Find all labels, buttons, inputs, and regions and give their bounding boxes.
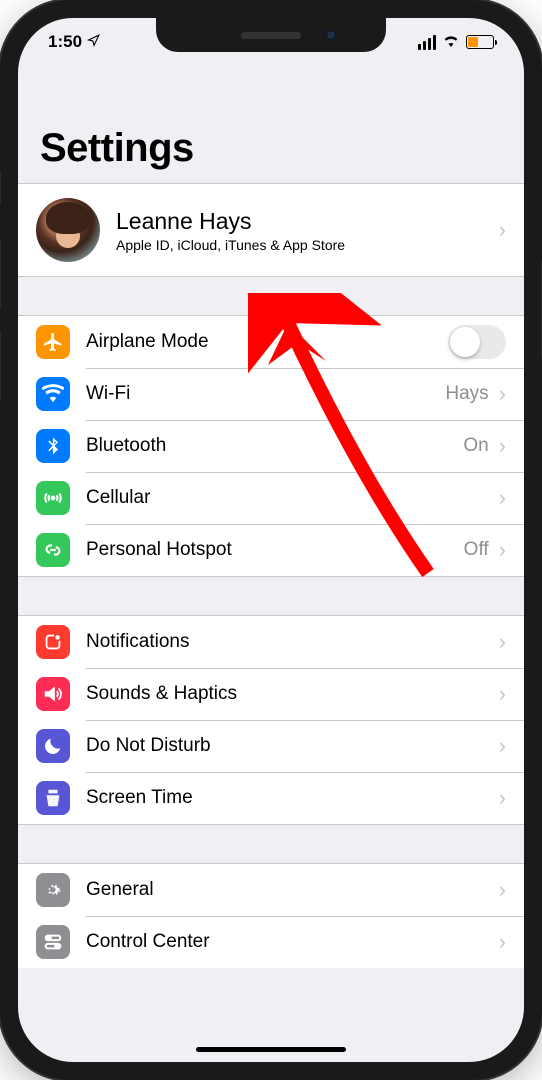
battery-icon (466, 35, 494, 49)
cellular-row[interactable]: Cellular › (18, 472, 524, 524)
location-services-icon (87, 34, 100, 50)
section-spacer (18, 277, 524, 315)
speaker-grille (241, 32, 301, 39)
chevron-right-icon: › (499, 785, 506, 811)
airplane-icon (36, 325, 70, 359)
chevron-right-icon: › (499, 629, 506, 655)
home-indicator[interactable] (196, 1047, 346, 1052)
row-label: Wi-Fi (86, 383, 445, 405)
connectivity-section: Airplane Mode Wi-Fi Hays › Bluetooth On … (18, 315, 524, 577)
chevron-right-icon: › (499, 877, 506, 903)
general-section: General › Control Center › (18, 863, 524, 968)
bluetooth-row[interactable]: Bluetooth On › (18, 420, 524, 472)
chevron-right-icon: › (499, 733, 506, 759)
row-value: Hays (445, 383, 488, 405)
sounds-row[interactable]: Sounds & Haptics › (18, 668, 524, 720)
control-center-row[interactable]: Control Center › (18, 916, 524, 968)
section-spacer (18, 577, 524, 615)
notifications-row[interactable]: Notifications › (18, 616, 524, 668)
row-label: General (86, 879, 499, 901)
notifications-icon (36, 625, 70, 659)
volume-down-button (0, 330, 1, 400)
screen-time-row[interactable]: Screen Time › (18, 772, 524, 824)
profile-name: Leanne Hays (116, 208, 499, 235)
section-spacer (18, 825, 524, 863)
chevron-right-icon: › (499, 681, 506, 707)
row-value: Off (464, 539, 489, 561)
control-center-icon (36, 925, 70, 959)
row-label: Control Center (86, 931, 499, 953)
status-time: 1:50 (48, 32, 82, 52)
row-label: Notifications (86, 631, 499, 653)
page-title: Settings (40, 126, 502, 171)
wifi-status-icon (442, 33, 460, 52)
chevron-right-icon: › (499, 929, 506, 955)
battery-level (468, 37, 478, 47)
bluetooth-icon (36, 429, 70, 463)
notch (156, 18, 386, 52)
toggle-knob (450, 327, 480, 357)
header: Settings (18, 66, 524, 183)
wifi-icon (36, 377, 70, 411)
row-label: Airplane Mode (86, 331, 448, 353)
do-not-disturb-row[interactable]: Do Not Disturb › (18, 720, 524, 772)
row-label: Do Not Disturb (86, 735, 499, 757)
silent-switch (0, 170, 1, 205)
dnd-icon (36, 729, 70, 763)
airplane-mode-row[interactable]: Airplane Mode (18, 316, 524, 368)
row-value: On (463, 435, 488, 457)
chevron-right-icon: › (499, 217, 506, 243)
wifi-row[interactable]: Wi-Fi Hays › (18, 368, 524, 420)
phone-frame: 1:50 Settings Leanne Hays (0, 0, 542, 1080)
notifications-section: Notifications › Sounds & Haptics › Do No… (18, 615, 524, 825)
row-label: Cellular (86, 487, 499, 509)
row-label: Bluetooth (86, 435, 463, 457)
row-label: Personal Hotspot (86, 539, 464, 561)
screen-time-icon (36, 781, 70, 815)
row-label: Screen Time (86, 787, 499, 809)
chevron-right-icon: › (499, 381, 506, 407)
apple-id-row[interactable]: Leanne Hays Apple ID, iCloud, iTunes & A… (18, 184, 524, 276)
screen: 1:50 Settings Leanne Hays (18, 18, 524, 1062)
personal-hotspot-row[interactable]: Personal Hotspot Off › (18, 524, 524, 576)
avatar (36, 198, 100, 262)
chevron-right-icon: › (499, 433, 506, 459)
front-camera (326, 30, 336, 40)
cellular-signal-icon (418, 35, 436, 50)
airplane-mode-toggle[interactable] (448, 325, 506, 359)
chevron-right-icon: › (499, 485, 506, 511)
sounds-icon (36, 677, 70, 711)
profile-subtitle: Apple ID, iCloud, iTunes & App Store (116, 237, 499, 253)
chevron-right-icon: › (499, 537, 506, 563)
hotspot-icon (36, 533, 70, 567)
profile-section: Leanne Hays Apple ID, iCloud, iTunes & A… (18, 183, 524, 277)
row-label: Sounds & Haptics (86, 683, 499, 705)
cellular-icon (36, 481, 70, 515)
general-icon (36, 873, 70, 907)
volume-up-button (0, 240, 1, 310)
general-row[interactable]: General › (18, 864, 524, 916)
